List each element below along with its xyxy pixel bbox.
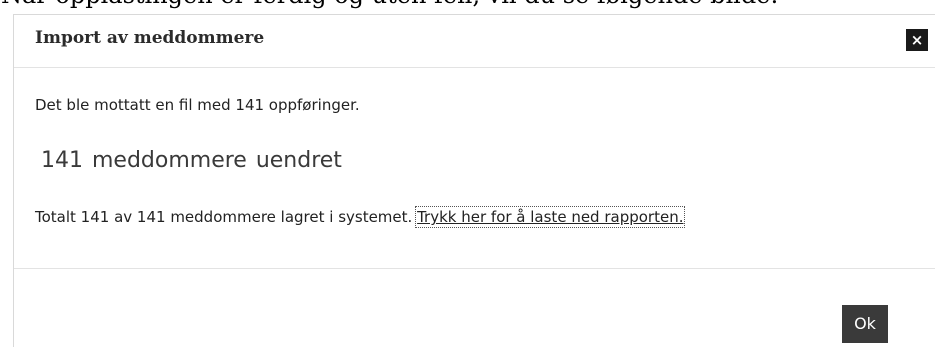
dialog-header: Import av meddommere × xyxy=(14,15,935,68)
dialog-body: Det ble mottatt en fil med 141 oppføring… xyxy=(14,68,935,268)
import-dialog: Import av meddommere × Det ble mottatt e… xyxy=(13,14,935,347)
received-file-message: Det ble mottatt en fil med 141 oppføring… xyxy=(35,96,360,114)
close-icon[interactable]: × xyxy=(906,29,928,51)
document-intro-text: Når opplastingen er ferdig og uten feil,… xyxy=(0,0,935,11)
total-saved-message: Totalt 141 av 141 meddommere lagret i sy… xyxy=(35,208,413,226)
download-report-link[interactable]: Trykk her for å laste ned rapporten. xyxy=(415,206,686,228)
dialog-footer: Ok xyxy=(14,268,935,347)
unchanged-count-message: 141 meddommere uendret xyxy=(41,148,342,173)
total-saved-line: Totalt 141 av 141 meddommere lagret i sy… xyxy=(35,206,686,228)
ok-button[interactable]: Ok xyxy=(842,305,888,343)
dialog-title: Import av meddommere xyxy=(35,28,265,48)
